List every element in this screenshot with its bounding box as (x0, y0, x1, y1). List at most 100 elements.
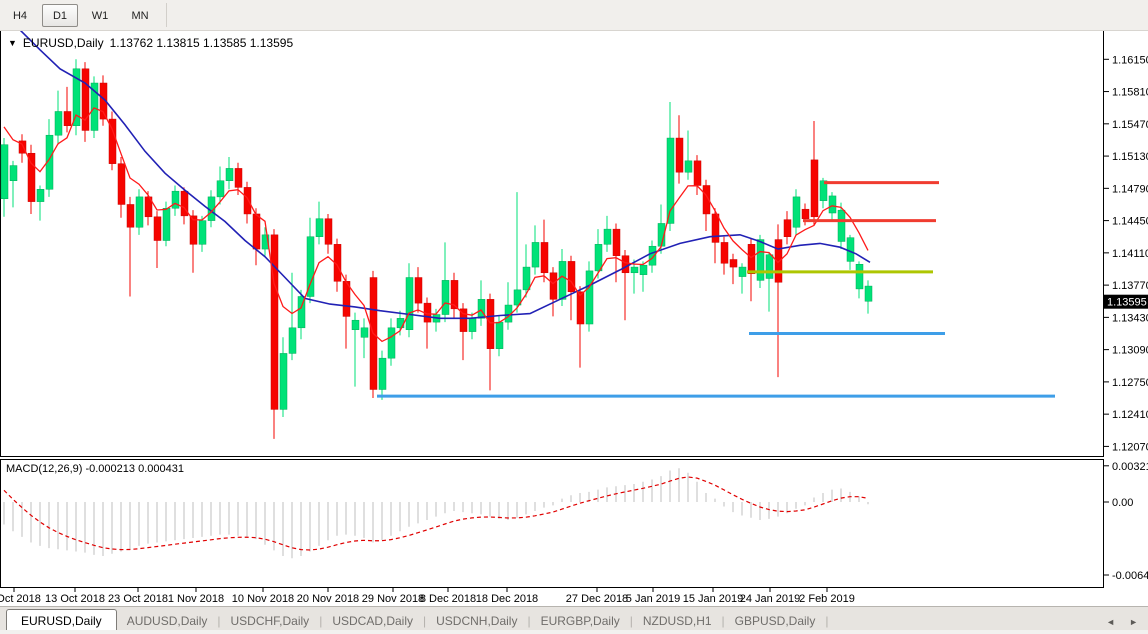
candlestick (532, 242, 539, 267)
toolbar-separator (166, 3, 167, 27)
candlestick (739, 267, 746, 276)
price-axis-label: 1.12070 (1112, 441, 1148, 453)
candlestick (631, 267, 638, 273)
tab-usdchf-daily[interactable]: USDCHF,Daily (221, 614, 320, 631)
candlestick (604, 229, 611, 244)
candlestick (361, 328, 368, 337)
timeframe-toolbar: H4 D1 W1 MN (0, 0, 1148, 31)
collapse-triangle-icon[interactable]: ▼ (8, 38, 17, 48)
price-axis-label: 1.15470 (1112, 119, 1148, 131)
candlestick (469, 318, 476, 331)
candlestick (316, 219, 323, 237)
candlestick (640, 265, 647, 274)
candlestick (442, 280, 449, 314)
candlestick (379, 358, 386, 389)
candlestick (127, 204, 134, 227)
candlestick (757, 240, 764, 281)
timeframe-button-h4[interactable]: H4 (2, 4, 38, 27)
candlestick (847, 238, 854, 262)
date-axis-label: 20 Nov 2018 (297, 593, 359, 605)
date-axis-label: 4 Oct 2018 (0, 593, 41, 605)
candlestick (694, 161, 701, 186)
tab-eurusd-daily[interactable]: EURUSD,Daily (6, 609, 117, 631)
tab-divider: | (825, 614, 828, 631)
macd-axis-label: 0.00 (1112, 497, 1133, 509)
chart-symbol: EURUSD,Daily (23, 36, 104, 50)
chart-ohlc-values: 1.13762 1.13815 1.13585 1.13595 (110, 36, 294, 50)
timeframe-button-w1[interactable]: W1 (82, 4, 118, 27)
candlestick (865, 286, 872, 301)
candlestick (721, 242, 728, 263)
candlestick (613, 229, 620, 256)
candlestick (226, 168, 233, 180)
candlestick (280, 353, 287, 409)
candlestick (541, 242, 548, 272)
price-axis-label: 1.13430 (1112, 312, 1148, 324)
candlestick (235, 168, 242, 187)
price-axis-label: 1.14450 (1112, 216, 1148, 228)
candlestick (163, 208, 170, 240)
candlestick (730, 259, 737, 267)
tab-nzdusd-h1[interactable]: NZDUSD,H1 (633, 614, 722, 631)
candlestick (748, 244, 755, 273)
tab-scroll-right-icon[interactable]: ► (1129, 617, 1138, 627)
price-axis-label: 1.12750 (1112, 377, 1148, 389)
tab-gbpusd-daily[interactable]: GBPUSD,Daily (725, 614, 826, 631)
candlestick (523, 267, 530, 290)
date-axis-label: 29 Nov 2018 (362, 593, 424, 605)
candlestick (487, 299, 494, 348)
candlestick (595, 244, 602, 271)
candlestick (271, 235, 278, 410)
tab-audusd-daily[interactable]: AUDUSD,Daily (117, 614, 218, 631)
candlestick (838, 210, 845, 241)
tab-scroll-controls: ◄ ► (1106, 617, 1148, 631)
date-axis-label: 23 Oct 2018 (108, 593, 168, 605)
current-price-label: 1.13595 (1107, 297, 1147, 309)
candlestick (217, 181, 224, 197)
tab-scroll-left-icon[interactable]: ◄ (1106, 617, 1115, 627)
macd-indicator-label: MACD(12,26,9) -0.000213 0.000431 (6, 463, 184, 475)
tab-usdcnh-daily[interactable]: USDCNH,Daily (426, 614, 527, 631)
timeframe-button-mn[interactable]: MN (122, 4, 158, 27)
candlestick (586, 271, 593, 324)
candlestick (172, 191, 179, 208)
candlestick (82, 69, 89, 131)
timeframe-button-d1[interactable]: D1 (42, 4, 78, 27)
candlestick (496, 322, 503, 349)
candlestick (793, 197, 800, 227)
price-axis-label: 1.14790 (1112, 183, 1148, 195)
candlestick (199, 221, 206, 245)
date-axis-label: 10 Nov 2018 (232, 593, 294, 605)
date-axis-label: 18 Dec 2018 (476, 593, 538, 605)
candlestick (685, 161, 692, 172)
date-axis-label: 8 Dec 2018 (420, 593, 476, 605)
candlestick (10, 166, 17, 181)
candlestick (289, 328, 296, 354)
candlestick (856, 264, 863, 289)
tab-eurgbp-daily[interactable]: EURGBP,Daily (531, 614, 630, 631)
candlestick (406, 278, 413, 330)
date-axis-label: 1 Nov 2018 (168, 593, 224, 605)
tab-usdcad-daily[interactable]: USDCAD,Daily (322, 614, 423, 631)
candlestick (37, 189, 44, 201)
candlestick (577, 292, 584, 324)
price-axis-label: 1.14110 (1112, 248, 1148, 260)
candlestick (829, 196, 836, 213)
price-axis-label: 1.15810 (1112, 87, 1148, 99)
symbol-tab-bar: EURUSD,Daily AUDUSD,Daily | USDCHF,Daily… (0, 606, 1148, 631)
macd-axis-label: -0.006485 (1112, 570, 1148, 582)
price-axis-label: 1.16150 (1112, 54, 1148, 66)
date-axis-label: 27 Dec 2018 (566, 593, 628, 605)
candlestick (154, 217, 161, 241)
candlestick (307, 237, 314, 297)
candlestick (811, 160, 818, 217)
chart-canvas[interactable]: 1.16150 1.15810 1.15470 1.15130 1.14790 1.144… (0, 0, 1148, 634)
candlestick (550, 273, 557, 300)
candlestick (55, 111, 62, 135)
date-axis-label: 15 Jan 2019 (683, 593, 744, 605)
price-axis-label: 1.15130 (1112, 151, 1148, 163)
macd-axis-label: 0.003216 (1112, 461, 1148, 473)
candlestick (388, 328, 395, 358)
candlestick (568, 261, 575, 291)
candlestick (559, 261, 566, 299)
